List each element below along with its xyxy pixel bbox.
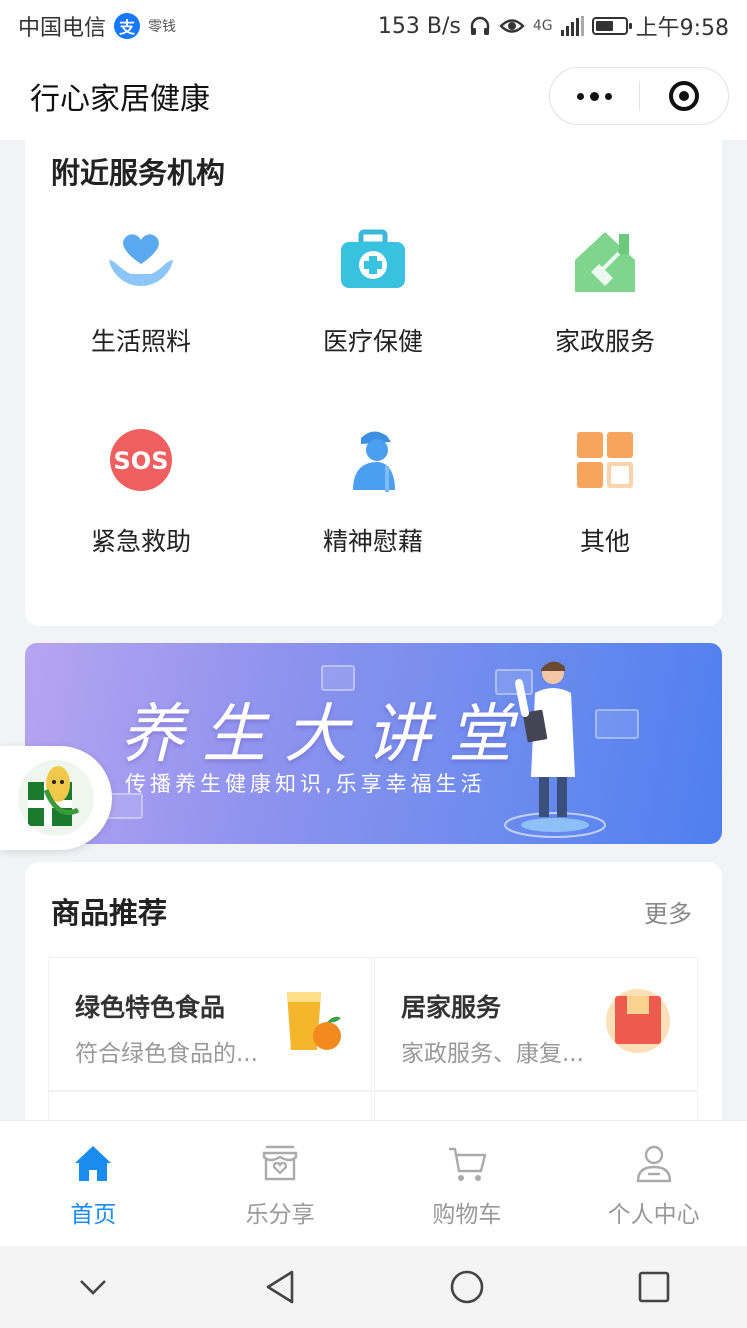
- mini-program-capsule: [549, 67, 729, 125]
- juice-orange-icon: [287, 992, 341, 1050]
- tab-label: 乐分享: [245, 1202, 315, 1228]
- banner-title: 养生大讲堂: [120, 698, 530, 772]
- heart-hands-icon: [109, 234, 173, 286]
- sos-icon: SOS: [110, 429, 172, 491]
- service-label: 医疗保健: [322, 327, 423, 356]
- product-recommendations-card: 商品推荐 更多 绿色特色食品 符合绿色食品的... 居家服务 家政服务、康复..…: [25, 862, 722, 1132]
- back-triangle-icon: [266, 1270, 294, 1304]
- recents-square-icon: [638, 1271, 669, 1303]
- back-button[interactable]: [250, 1257, 310, 1317]
- medical-kit-icon: [341, 229, 405, 288]
- network-speed: 153 B/s: [377, 13, 461, 39]
- floating-service-button[interactable]: [0, 746, 112, 850]
- eye-icon: [499, 19, 525, 33]
- chevron-down-icon: [80, 1280, 107, 1295]
- collapse-button[interactable]: [63, 1257, 123, 1317]
- network-type: 4G: [532, 18, 553, 34]
- tab-cart[interactable]: 购物车: [374, 1121, 561, 1247]
- home-system-button[interactable]: [437, 1257, 497, 1317]
- tab-label: 购物车: [432, 1202, 502, 1228]
- svg-text:SOS: SOS: [114, 447, 169, 475]
- alipay-icon: 支: [114, 13, 141, 39]
- bottom-tab-bar: 首页 乐分享 购物车 个人中心: [0, 1120, 747, 1247]
- section-title: 附近服务机构: [51, 156, 226, 190]
- service-item-spiritual[interactable]: 精神慰藉: [273, 420, 473, 558]
- product-name: 绿色特色食品: [75, 993, 226, 1022]
- product-name: 居家服务: [401, 993, 502, 1022]
- banner-subtitle: 传播养生健康知识,乐享幸福生活: [125, 772, 486, 796]
- service-label: 精神慰藉: [322, 527, 423, 556]
- product-item-home-service[interactable]: 居家服务 家政服务、康复...: [375, 958, 697, 1090]
- corn-mascot-avatar: [18, 760, 94, 836]
- recents-button[interactable]: [624, 1257, 684, 1317]
- doctor-illustration: [504, 661, 606, 838]
- section-title: 商品推荐: [51, 896, 168, 930]
- product-desc: 家政服务、康复...: [401, 1041, 584, 1067]
- nearby-services-card: 附近服务机构 生活照料 医疗保健 家政服务 SOS 紧急救助 精神慰藉 其他: [25, 140, 722, 626]
- system-navigation-bar: [0, 1246, 747, 1328]
- service-item-housekeeping[interactable]: 家政服务: [505, 220, 705, 358]
- status-left: 中国电信 支 零钱: [18, 10, 176, 42]
- service-label: 家政服务: [554, 327, 655, 356]
- service-label: 紧急救助: [90, 527, 191, 556]
- service-label: 其他: [579, 527, 630, 556]
- tab-home[interactable]: 首页: [0, 1121, 187, 1247]
- user-icon: [636, 1145, 671, 1183]
- products-grid: 绿色特色食品 符合绿色食品的... 居家服务 家政服务、康复...: [49, 958, 699, 1132]
- corn-mascot-icon: [28, 766, 80, 826]
- health-lecture-banner[interactable]: 养生大讲堂 传播养生健康知识,乐享幸福生活: [25, 643, 722, 844]
- status-right: 153 B/s 4G 上午9:58: [378, 10, 729, 42]
- tab-profile[interactable]: 个人中心: [560, 1121, 747, 1247]
- service-item-emergency[interactable]: SOS 紧急救助: [41, 420, 241, 558]
- more-link[interactable]: 更多: [644, 894, 692, 929]
- tab-label: 首页: [70, 1202, 117, 1228]
- grid-icon: [577, 432, 633, 488]
- tab-label: 个人中心: [607, 1202, 700, 1228]
- mini-program-nav-bar: 行心家居健康: [0, 52, 747, 140]
- status-bar: 中国电信 支 零钱 153 B/s 4G 上午9:58: [0, 0, 747, 52]
- service-item-other[interactable]: 其他: [505, 420, 705, 558]
- home-circle-icon: [450, 1270, 484, 1304]
- service-label: 生活照料: [90, 327, 191, 356]
- close-button[interactable]: [640, 81, 729, 111]
- close-target-icon: [668, 81, 699, 111]
- home-icon: [75, 1146, 112, 1181]
- clock: 上午9:58: [635, 16, 729, 41]
- cart-icon: [448, 1147, 487, 1181]
- service-item-life-care[interactable]: 生活照料: [41, 220, 241, 358]
- share-shop-icon: [262, 1145, 298, 1181]
- more-button[interactable]: [550, 91, 639, 101]
- battery-icon: [591, 17, 632, 35]
- tab-share[interactable]: 乐分享: [187, 1121, 374, 1247]
- battery-fill: [595, 21, 613, 31]
- product-item-green-food[interactable]: 绿色特色食品 符合绿色食品的...: [49, 958, 371, 1090]
- elder-person-icon: [353, 431, 395, 492]
- box-icon: [606, 989, 670, 1053]
- headphone-icon: [470, 16, 490, 35]
- page-title: 行心家居健康: [30, 82, 210, 117]
- house-broom-icon: [575, 232, 635, 292]
- service-item-medical[interactable]: 医疗保健: [273, 220, 473, 358]
- status-extra-label: 零钱: [148, 19, 177, 35]
- carrier-label: 中国电信: [18, 16, 107, 41]
- signal-icon: [560, 16, 584, 36]
- product-desc: 符合绿色食品的...: [75, 1041, 258, 1067]
